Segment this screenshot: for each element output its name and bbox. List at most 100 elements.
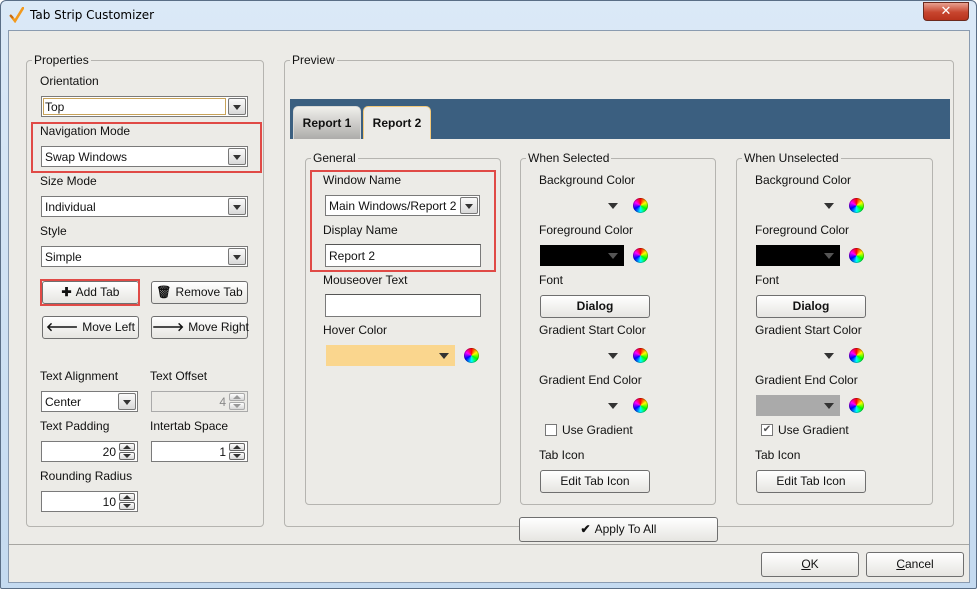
selected-gradient-start-select[interactable]: [540, 345, 624, 366]
general-highlight: [310, 170, 496, 272]
chevron-down-icon: [608, 353, 618, 359]
unselected-foreground-color-select[interactable]: [756, 245, 840, 266]
ok-button[interactable]: OK: [761, 552, 859, 577]
checkmark-icon: ✔: [580, 522, 591, 536]
selected-use-gradient-checkbox[interactable]: [545, 424, 557, 436]
orientation-select[interactable]: Top: [41, 96, 248, 117]
chevron-down-icon: [824, 253, 834, 259]
dialog-window: Tab Strip Customizer ✕ Properties Orient…: [0, 0, 977, 589]
mouseover-text-input[interactable]: [325, 294, 481, 317]
unselected-use-gradient-label: Use Gradient: [778, 423, 849, 437]
checkmark-icon: ✔: [762, 424, 772, 435]
properties-legend: Properties: [32, 53, 91, 67]
size-mode-label: Size Mode: [40, 174, 97, 188]
preview-legend: Preview: [290, 53, 337, 67]
tab-report-2[interactable]: Report 2: [363, 106, 431, 139]
unselected-gradient-end-select[interactable]: [756, 395, 840, 416]
unselected-use-gradient-checkbox[interactable]: ✔: [761, 424, 773, 436]
close-button[interactable]: ✕: [923, 2, 969, 21]
footer-divider: [9, 544, 969, 545]
selected-gradient-end-label: Gradient End Color: [539, 373, 642, 387]
tab-report-1[interactable]: Report 1: [293, 106, 361, 139]
chevron-down-icon: [824, 353, 834, 359]
when-selected-group: When Selected Background Color Foregroun…: [520, 151, 716, 505]
spin-down-icon[interactable]: [229, 452, 245, 460]
color-wheel-icon[interactable]: [849, 248, 864, 263]
style-select[interactable]: Simple: [41, 246, 248, 267]
color-wheel-icon[interactable]: [633, 248, 648, 263]
rounding-radius-spinner[interactable]: 10: [41, 491, 138, 512]
selected-edit-tab-icon-button[interactable]: Edit Tab Icon: [540, 470, 650, 493]
selected-gradient-end-select[interactable]: [540, 395, 624, 416]
selected-tab-icon-label: Tab Icon: [539, 448, 585, 462]
chevron-down-icon[interactable]: [228, 98, 246, 115]
text-padding-spinner[interactable]: 20: [41, 441, 138, 462]
chevron-down-icon[interactable]: [228, 198, 246, 215]
chevron-down-icon: [608, 253, 618, 259]
intertab-space-spinner[interactable]: 1: [151, 441, 248, 462]
hover-color-select[interactable]: [326, 345, 455, 366]
window-title: Tab Strip Customizer: [30, 8, 155, 22]
unselected-background-color-select[interactable]: [756, 195, 840, 216]
remove-tab-button[interactable]: 🗑 Remove Tab: [151, 281, 248, 304]
text-alignment-select[interactable]: Center: [41, 391, 138, 412]
selected-font-button[interactable]: Dialog: [540, 295, 650, 318]
spin-up-icon[interactable]: [229, 393, 245, 401]
intertab-space-label: Intertab Space: [150, 419, 229, 433]
general-group: General Window Name Main Windows/Report …: [305, 151, 501, 505]
chevron-down-icon: [608, 403, 618, 409]
wrench-brush-icon: [9, 7, 24, 23]
chevron-down-icon: [824, 203, 834, 209]
text-padding-label: Text Padding: [40, 419, 110, 433]
color-wheel-icon[interactable]: [849, 348, 864, 363]
hover-color-label: Hover Color: [323, 323, 388, 337]
style-label: Style: [40, 224, 67, 238]
color-wheel-icon[interactable]: [464, 348, 479, 363]
color-wheel-icon[interactable]: [633, 398, 648, 413]
cancel-button[interactable]: Cancel: [866, 552, 964, 577]
when-unselected-legend: When Unselected: [742, 151, 841, 165]
move-right-button[interactable]: 🡒 Move Right: [151, 316, 249, 339]
spin-down-icon[interactable]: [119, 452, 135, 460]
navigation-mode-highlight: [31, 122, 262, 173]
apply-to-all-button[interactable]: ✔ Apply To All: [519, 517, 718, 542]
spin-down-icon[interactable]: [119, 502, 135, 510]
arrow-right-icon: 🡒: [152, 320, 185, 334]
size-mode-select[interactable]: Individual: [41, 196, 248, 217]
color-wheel-icon[interactable]: [849, 398, 864, 413]
text-alignment-label: Text Alignment: [40, 369, 119, 383]
unselected-gradient-start-select[interactable]: [756, 345, 840, 366]
spin-up-icon[interactable]: [119, 443, 135, 451]
selected-font-label: Font: [539, 273, 564, 287]
unselected-gradient-end-label: Gradient End Color: [755, 373, 858, 387]
unselected-font-button[interactable]: Dialog: [756, 295, 866, 318]
dialog-content: Properties Orientation Top Navigation Mo…: [8, 30, 970, 583]
when-selected-legend: When Selected: [526, 151, 612, 165]
selected-foreground-color-label: Foreground Color: [539, 223, 634, 237]
mouseover-text-label: Mouseover Text: [323, 273, 408, 287]
chevron-down-icon[interactable]: [118, 393, 136, 410]
title-bar[interactable]: Tab Strip Customizer ✕: [1, 1, 976, 29]
selected-background-color-select[interactable]: [540, 195, 624, 216]
unselected-edit-tab-icon-button[interactable]: Edit Tab Icon: [756, 470, 866, 493]
selected-gradient-start-label: Gradient Start Color: [539, 323, 646, 337]
spin-down-icon[interactable]: [229, 402, 245, 410]
rounding-radius-label: Rounding Radius: [40, 469, 133, 483]
spin-up-icon[interactable]: [119, 493, 135, 501]
add-tab-highlight: [40, 279, 140, 306]
chevron-down-icon[interactable]: [228, 248, 246, 265]
move-left-button[interactable]: 🡐 Move Left: [42, 316, 139, 339]
unselected-tab-icon-label: Tab Icon: [755, 448, 801, 462]
trash-icon: 🗑: [156, 285, 172, 299]
spin-up-icon[interactable]: [229, 443, 245, 451]
text-offset-spinner[interactable]: 4: [151, 391, 248, 412]
color-wheel-icon[interactable]: [633, 198, 648, 213]
properties-group: Properties Orientation Top Navigation Mo…: [26, 53, 264, 527]
color-wheel-icon[interactable]: [633, 348, 648, 363]
when-unselected-group: When Unselected Background Color Foregro…: [736, 151, 933, 505]
chevron-down-icon: [439, 353, 449, 359]
unselected-foreground-color-label: Foreground Color: [755, 223, 850, 237]
unselected-gradient-start-label: Gradient Start Color: [755, 323, 862, 337]
selected-foreground-color-select[interactable]: [540, 245, 624, 266]
color-wheel-icon[interactable]: [849, 198, 864, 213]
